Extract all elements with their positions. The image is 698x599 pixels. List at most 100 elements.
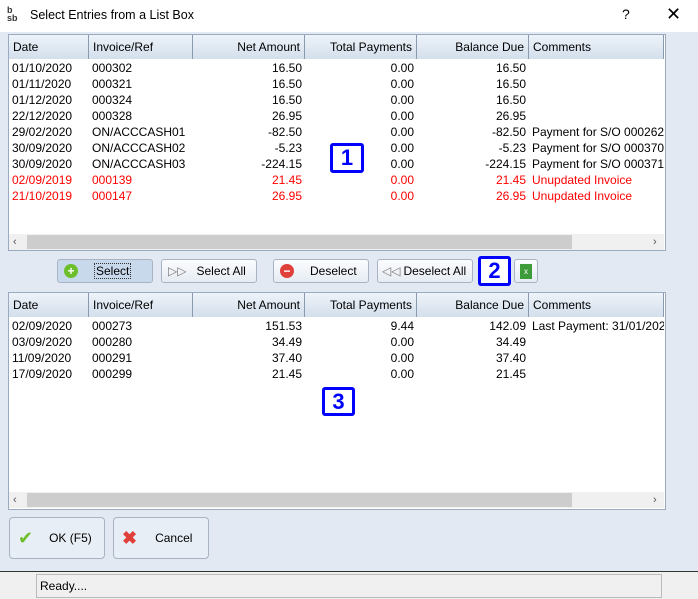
- column-header[interactable]: Comments: [529, 293, 664, 317]
- table-cell: Payment for S/O 000371: [532, 157, 664, 171]
- table-cell: [529, 76, 664, 92]
- table-cell: 142.09: [489, 319, 526, 333]
- help-button[interactable]: ?: [622, 6, 630, 22]
- horizontal-scrollbar[interactable]: ‹ ›: [9, 492, 664, 508]
- table-cell: 000291: [92, 351, 133, 365]
- scroll-right-icon[interactable]: ›: [653, 492, 657, 508]
- table-cell: 0.00: [390, 367, 414, 381]
- ok-button[interactable]: ✔ OK (F5): [9, 517, 105, 559]
- table-cell: 03/09/2020: [12, 335, 73, 349]
- scroll-right-icon[interactable]: ›: [653, 234, 657, 250]
- table-cell: -5.23: [274, 141, 302, 155]
- scroll-thumb[interactable]: [27, 493, 572, 507]
- table-row[interactable]: 17/09/2020 000299 21.45 0.00 21.45: [9, 366, 664, 382]
- scroll-left-icon[interactable]: ‹: [13, 234, 17, 250]
- annotation-badge-1: 1: [330, 143, 364, 173]
- cancel-label: Cancel: [155, 531, 193, 545]
- table-row[interactable]: 29/02/2020 ON/ACCCASH01 -82.50 0.00 -82.50 Pa…: [9, 124, 664, 140]
- column-header[interactable]: Comments: [529, 35, 664, 59]
- table-cell: 0.00: [390, 109, 414, 123]
- table-cell: 17/09/2020: [12, 367, 73, 381]
- select-all-button[interactable]: ▷▷ Select All: [161, 259, 257, 283]
- table-cell: 26.95: [495, 109, 526, 123]
- table-cell: 01/10/2020: [12, 61, 73, 75]
- table-cell: 02/09/2019: [12, 173, 73, 187]
- title-bar: b sb Select Entries from a List Box ? ✕: [0, 0, 698, 32]
- table-cell: 34.49: [271, 335, 302, 349]
- table-cell: 22/12/2020: [12, 109, 73, 123]
- deselect-label: Deselect: [310, 264, 357, 278]
- export-excel-button[interactable]: x: [514, 259, 538, 283]
- table-cell: 26.95: [271, 109, 302, 123]
- horizontal-scrollbar[interactable]: ‹ ›: [9, 234, 664, 250]
- scroll-thumb[interactable]: [27, 235, 572, 249]
- table-cell: 000299: [92, 367, 133, 381]
- table-cell: Unupdated Invoice: [532, 173, 633, 187]
- table-cell: [529, 350, 664, 366]
- table-row[interactable]: 01/11/2020 000321 16.50 0.00 16.50: [9, 76, 664, 92]
- excel-icon: x: [520, 263, 532, 279]
- table-cell: ON/ACCCASH02: [92, 141, 186, 155]
- table-cell: Payment for S/O 000262: [532, 125, 664, 139]
- table-row[interactable]: 01/12/2020 000324 16.50 0.00 16.50: [9, 92, 664, 108]
- deselect-all-label: Deselect All: [403, 264, 467, 278]
- table-row[interactable]: 11/09/2020 000291 37.40 0.00 37.40: [9, 350, 664, 366]
- column-header[interactable]: Total Payments: [305, 293, 417, 317]
- table-cell: -5.23: [498, 141, 526, 155]
- table-cell: Payment for S/O 000370: [532, 141, 664, 155]
- cross-icon: ✖: [122, 527, 138, 548]
- table-cell: 37.40: [495, 351, 526, 365]
- table-cell: -224.15: [485, 157, 526, 171]
- table-cell: 21/10/2019: [12, 189, 73, 203]
- double-chevron-left-icon: ◁◁: [382, 264, 401, 278]
- table-row[interactable]: 02/09/2020 000273 151.53 9.44 142.09 Last Pay…: [9, 318, 664, 334]
- scroll-left-icon[interactable]: ‹: [13, 492, 17, 508]
- table-cell: 16.50: [495, 61, 526, 75]
- table-cell: 000273: [92, 319, 133, 333]
- table-cell: 21.45: [271, 173, 302, 187]
- table-row[interactable]: 03/09/2020 000280 34.49 0.00 34.49: [9, 334, 664, 350]
- table-row[interactable]: 01/10/2020 000302 16.50 0.00 16.50: [9, 60, 664, 76]
- table-cell: 02/09/2020: [12, 319, 73, 333]
- table-cell: Last Payment: 31/01/2020: [532, 319, 664, 333]
- deselect-button[interactable]: − Deselect: [273, 259, 369, 283]
- minus-icon: −: [280, 264, 294, 278]
- table-cell: 11/09/2020: [12, 351, 72, 365]
- close-button[interactable]: ✕: [666, 4, 681, 25]
- table-row[interactable]: 22/12/2020 000328 26.95 0.00 26.95: [9, 108, 664, 124]
- column-header[interactable]: Total Payments: [305, 35, 417, 59]
- annotation-badge-3: 3: [322, 387, 355, 416]
- table-cell: 000321: [92, 77, 133, 91]
- column-header[interactable]: Balance Due: [417, 293, 529, 317]
- table-cell: 21.45: [271, 367, 302, 381]
- column-header[interactable]: Date: [9, 35, 89, 59]
- table-cell: [529, 334, 664, 350]
- column-header[interactable]: Balance Due: [417, 35, 529, 59]
- column-header[interactable]: Net Amount: [193, 293, 305, 317]
- list-header: Date Invoice/Ref Net Amount Total Payments B…: [9, 293, 664, 317]
- table-cell: 01/12/2020: [12, 93, 73, 107]
- ok-label: OK (F5): [49, 531, 92, 545]
- status-text: Ready....: [36, 574, 662, 598]
- table-cell: [529, 108, 664, 124]
- column-header[interactable]: Net Amount: [193, 35, 305, 59]
- select-all-label: Select All: [196, 264, 246, 278]
- table-cell: -224.15: [261, 157, 302, 171]
- table-cell: 16.50: [271, 93, 302, 107]
- window-title: Select Entries from a List Box: [30, 8, 194, 22]
- list-header: Date Invoice/Ref Net Amount Total Payments B…: [9, 35, 664, 59]
- select-button[interactable]: + Select: [57, 259, 153, 283]
- table-row[interactable]: 21/10/2019 000147 26.95 0.00 26.95 Unupdated …: [9, 188, 664, 204]
- table-cell: 16.50: [271, 77, 302, 91]
- table-cell: 000139: [92, 173, 133, 187]
- table-cell: 000302: [92, 61, 133, 75]
- deselect-all-button[interactable]: ◁◁ Deselect All: [377, 259, 473, 283]
- table-row[interactable]: 02/09/2019 000139 21.45 0.00 21.45 Unupdated …: [9, 172, 664, 188]
- column-header[interactable]: Date: [9, 293, 89, 317]
- table-cell: 16.50: [495, 93, 526, 107]
- column-header[interactable]: Invoice/Ref: [89, 293, 193, 317]
- column-header[interactable]: Invoice/Ref: [89, 35, 193, 59]
- table-cell: 29/02/2020: [12, 125, 73, 139]
- cancel-button[interactable]: ✖ Cancel: [113, 517, 209, 559]
- table-cell: 30/09/2020: [12, 141, 73, 155]
